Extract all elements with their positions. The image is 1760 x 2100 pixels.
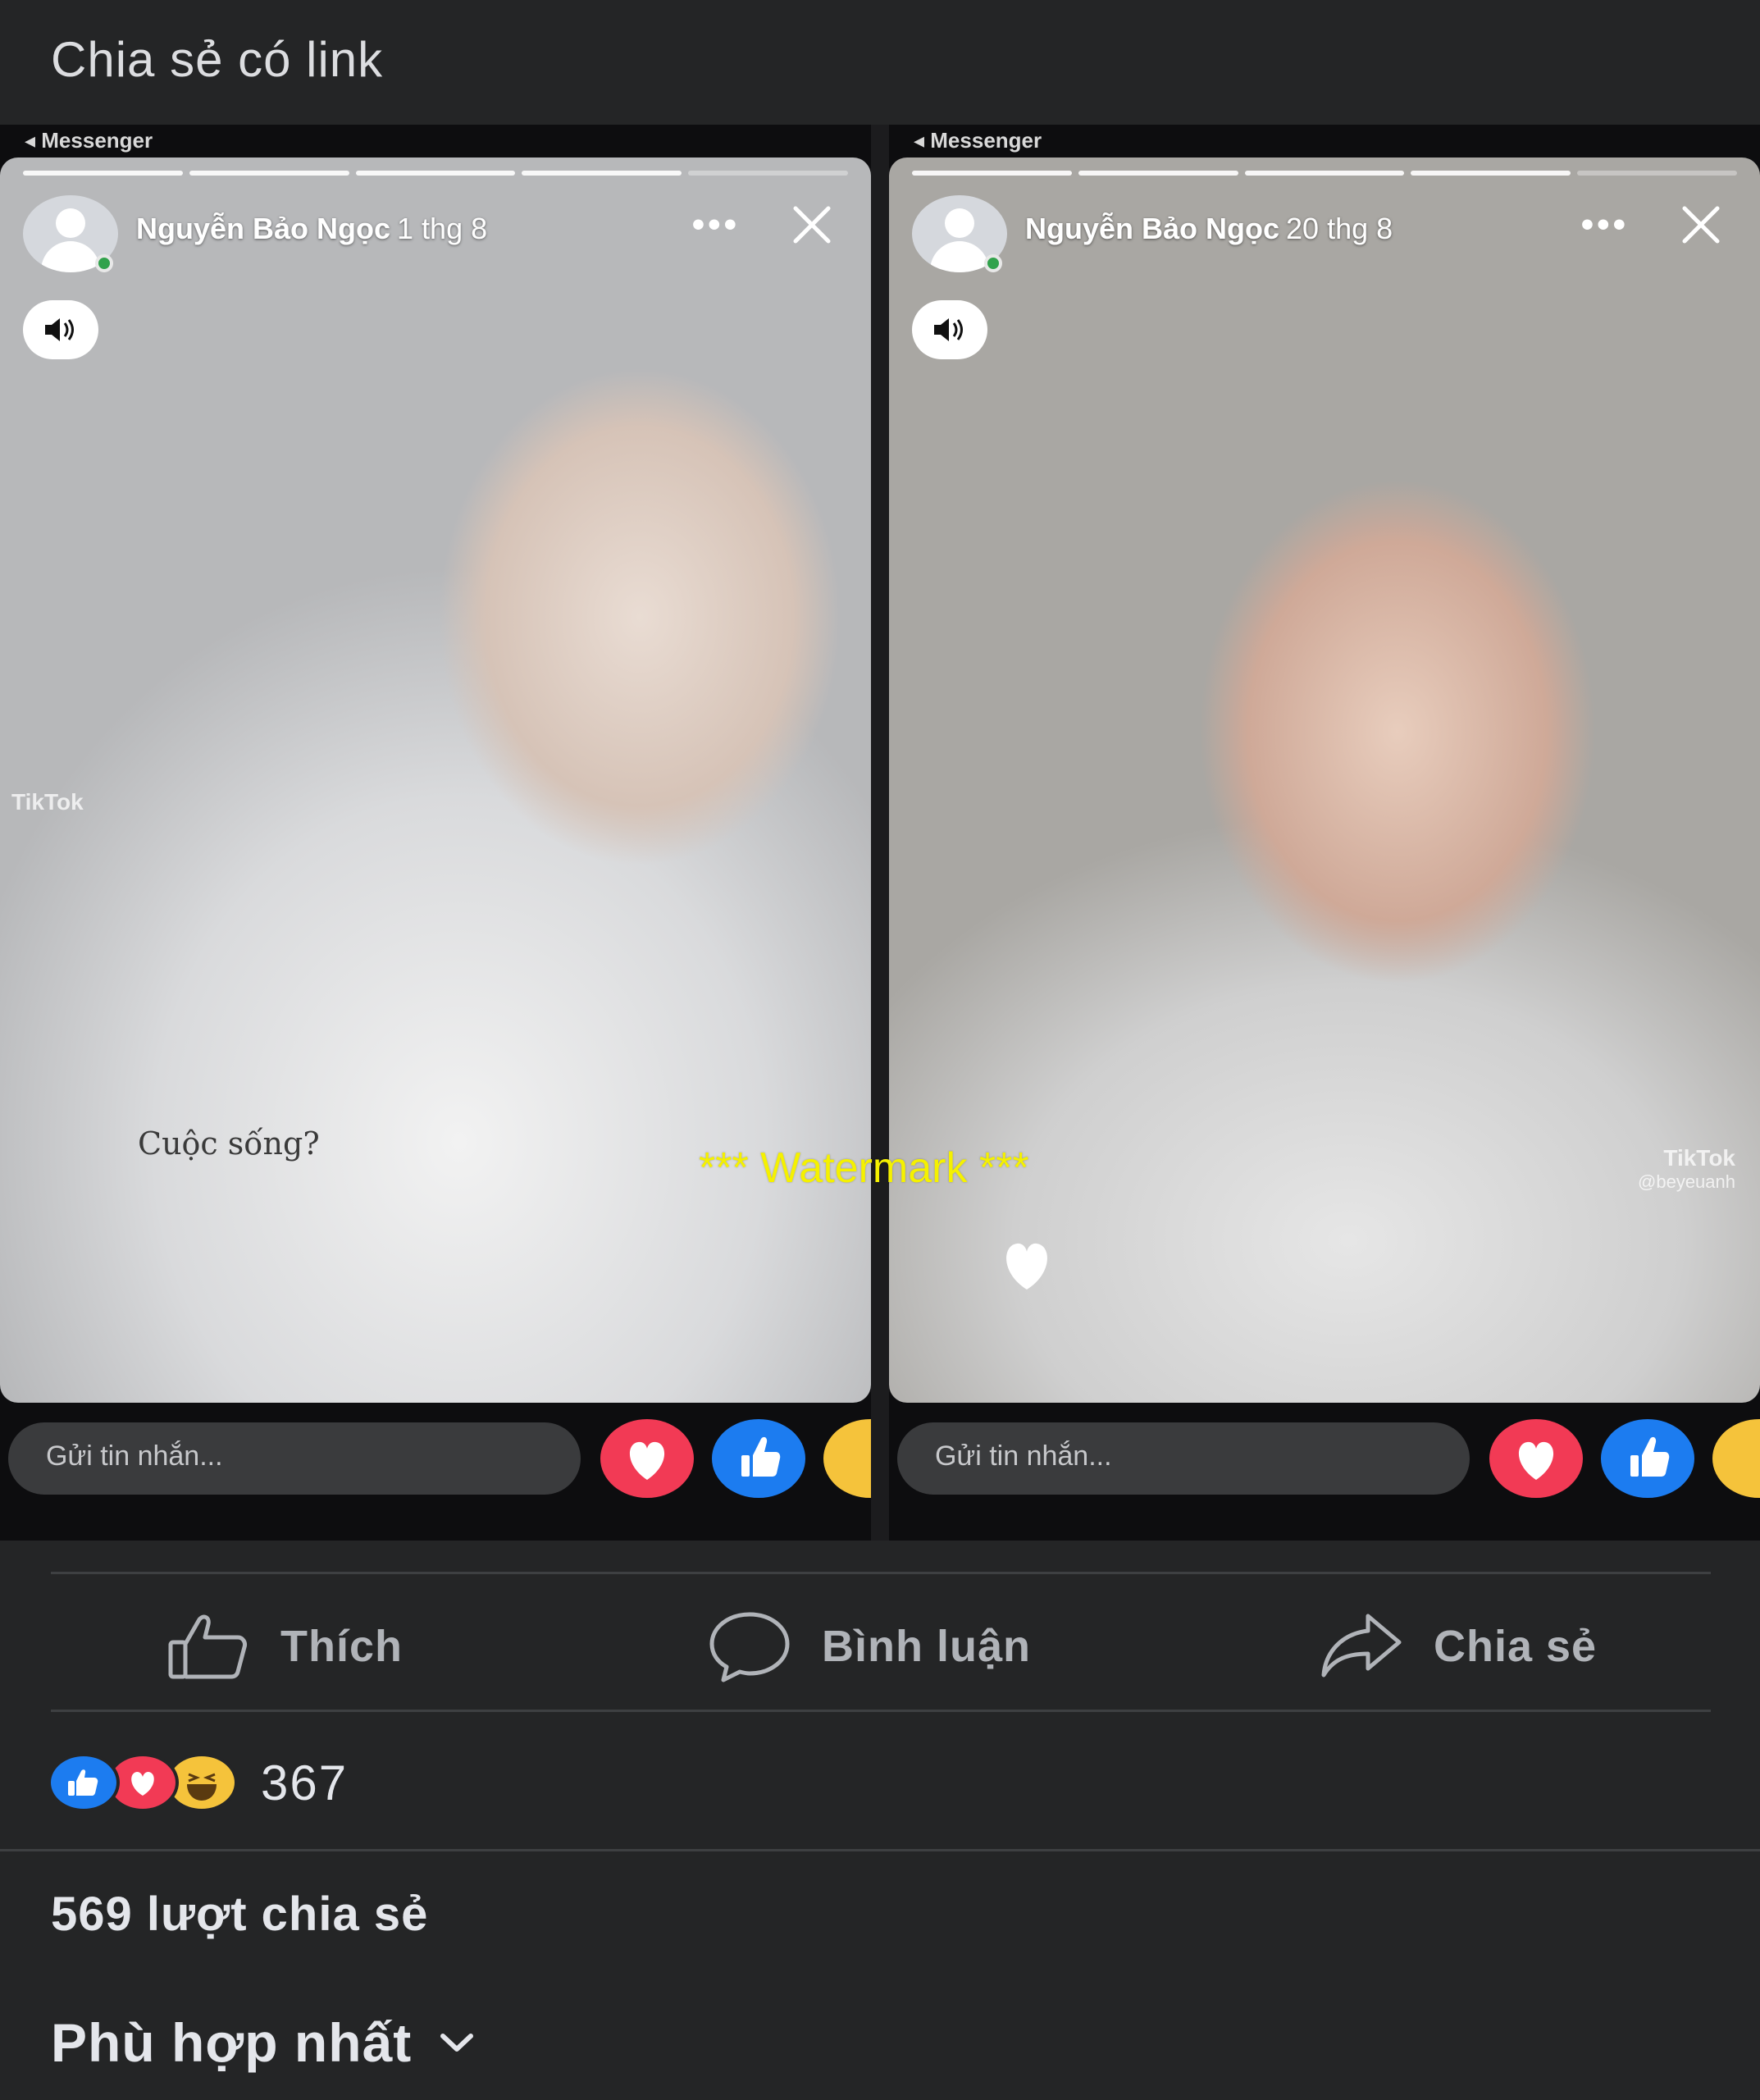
panel-divider (871, 125, 889, 1541)
reply-message-input[interactable]: Gửi tin nhắn... (8, 1422, 581, 1495)
tiktok-watermark: TikTok @beyeuanh (1638, 1145, 1735, 1193)
speaker-icon (45, 318, 74, 341)
top-bar: Chia sẻ có link (0, 0, 1760, 125)
more-options-icon[interactable]: ••• (1581, 207, 1629, 243)
sound-toggle-button[interactable] (912, 300, 987, 359)
story-header-text: Nguyễn Bảo Ngọc 20 thg 8 (1025, 212, 1393, 246)
page-title: Chia sẻ có link (51, 32, 384, 87)
comment-bubble-icon (709, 1612, 790, 1682)
story-photo: Nguyễn Bảo Ngọc 1 thg 8 ••• TikTok Cuộc s… (0, 158, 871, 1403)
reaction-count: 367 (261, 1755, 349, 1810)
close-icon[interactable] (786, 199, 838, 251)
share-arrow-icon (1321, 1614, 1402, 1678)
heart-sticker-icon (1006, 1243, 1047, 1290)
story-reply-row: Gửi tin nhắn... (889, 1419, 1760, 1498)
tiktok-watermark-label: TikTok (11, 789, 84, 815)
reply-message-input[interactable]: Gửi tin nhắn... (897, 1422, 1470, 1495)
comment-sort-dropdown[interactable]: Phù hợp nhất (51, 2011, 477, 2074)
story-progress-bar (912, 171, 1737, 176)
reactions-summary[interactable]: 367 (48, 1746, 348, 1819)
messenger-back-link[interactable]: ◂ Messenger (25, 128, 153, 153)
tiktok-watermark: TikTok (11, 789, 84, 815)
tiktok-handle: @beyeuanh (1638, 1171, 1735, 1192)
like-reaction-button[interactable] (712, 1419, 805, 1498)
story-screenshots: ◂ Messenger Nguyễn Bảo Ngọc1 thg 8 ••• (0, 125, 1760, 1541)
post-actions-section: Thích Bình luận Chia sẻ 367 (0, 1541, 1760, 1852)
story-header-text: Nguyễn Bảo Ngọc 1 thg 8 (136, 212, 487, 246)
online-status-dot (95, 254, 113, 272)
thumbs-up-icon (1630, 1436, 1670, 1477)
online-status-dot (984, 254, 1002, 272)
sound-toggle-button[interactable] (23, 300, 98, 359)
divider (0, 1849, 1760, 1851)
speaker-icon (934, 318, 963, 341)
story-reply-row: Gửi tin nhắn... (0, 1419, 871, 1498)
story-caption: Cuộc sống? (138, 1125, 320, 1162)
chevron-down-icon (440, 2034, 474, 2052)
heart-reaction-button[interactable] (1489, 1419, 1583, 1498)
image-watermark: *** Watermark *** (699, 1144, 1029, 1192)
like-icon (48, 1753, 120, 1812)
like-reaction-button[interactable] (1601, 1419, 1694, 1498)
heart-reaction-button[interactable] (600, 1419, 694, 1498)
like-button[interactable]: Thích (166, 1609, 403, 1683)
share-label: Chia sẻ (1434, 1622, 1598, 1671)
story-author-name[interactable]: Nguyễn Bảo Ngọc (136, 212, 390, 245)
story-date: 1 thg 8 (397, 212, 488, 245)
story-photo: Nguyễn Bảo Ngọc 20 thg 8 ••• TikTok @beye… (889, 158, 1760, 1403)
messenger-status-bar: ◂ Messenger (0, 125, 871, 158)
thumbs-up-outline-icon (168, 1614, 247, 1679)
share-count[interactable]: 569 lượt chia sẻ (51, 1887, 428, 1942)
story-panel-left: ◂ Messenger Nguyễn Bảo Ngọc1 thg 8 ••• (0, 125, 871, 1541)
more-options-icon[interactable]: ••• (692, 207, 740, 243)
divider (51, 1572, 1711, 1574)
like-label: Thích (280, 1622, 403, 1671)
haha-reaction-button[interactable] (823, 1419, 871, 1498)
heart-icon (1518, 1441, 1554, 1480)
messenger-status-bar: ◂ Messenger (889, 125, 1760, 158)
messenger-back-link[interactable]: ◂ Messenger (914, 128, 1042, 153)
share-button[interactable]: Chia sẻ (1319, 1609, 1597, 1683)
story-progress-bar (23, 171, 848, 176)
story-panel-right: ◂ Messenger Nguyễn Bảo Ngọc20 thg 8 ••• (889, 125, 1760, 1541)
tiktok-watermark-label: TikTok (1663, 1145, 1735, 1171)
story-date: 20 thg 8 (1286, 212, 1393, 245)
comment-button[interactable]: Bình luận (707, 1609, 1031, 1683)
heart-icon (629, 1441, 665, 1480)
comment-label: Bình luận (822, 1622, 1031, 1671)
close-icon[interactable] (1675, 199, 1727, 251)
sort-label: Phù hợp nhất (51, 2012, 413, 2073)
thumbs-up-icon (741, 1436, 781, 1477)
haha-reaction-button[interactable] (1712, 1419, 1760, 1498)
story-author-name[interactable]: Nguyễn Bảo Ngọc (1025, 212, 1279, 245)
divider (51, 1710, 1711, 1712)
